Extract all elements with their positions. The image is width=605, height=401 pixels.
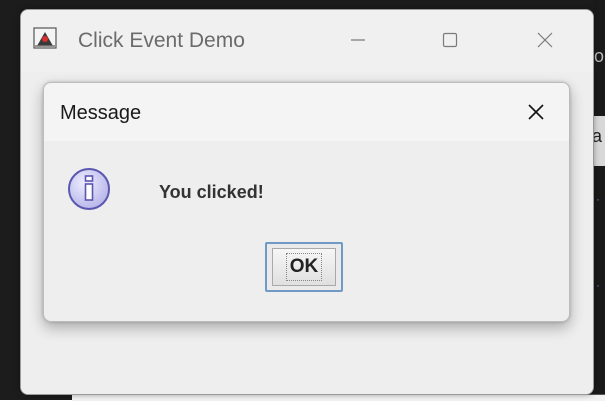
- ok-button[interactable]: OK: [265, 242, 343, 292]
- minimize-button[interactable]: [336, 22, 380, 58]
- background-arrow-icon: ·: [596, 278, 600, 292]
- dialog-title: Message: [60, 102, 142, 124]
- background-glyph-top: o: [594, 46, 605, 66]
- window-title: Click Event Demo: [78, 29, 245, 52]
- close-icon: [528, 104, 544, 120]
- dialog-close-button[interactable]: [514, 93, 558, 131]
- message-dialog: Message You clicked! OK: [43, 82, 570, 322]
- java-duke-icon: [33, 27, 57, 49]
- window-close-button[interactable]: [523, 22, 567, 58]
- dialog-message: You clicked!: [159, 182, 264, 202]
- minimize-icon: [351, 39, 365, 41]
- dialog-titlebar[interactable]: Message: [44, 83, 569, 141]
- ok-button-label: OK: [285, 253, 323, 281]
- main-window-titlebar[interactable]: Click Event Demo: [21, 10, 593, 72]
- ok-button-face: OK: [272, 248, 336, 286]
- info-icon: [68, 168, 110, 210]
- close-icon: [537, 32, 553, 48]
- maximize-icon: [442, 32, 458, 48]
- maximize-button[interactable]: [428, 22, 472, 58]
- background-arrow-icon: ·: [596, 192, 600, 206]
